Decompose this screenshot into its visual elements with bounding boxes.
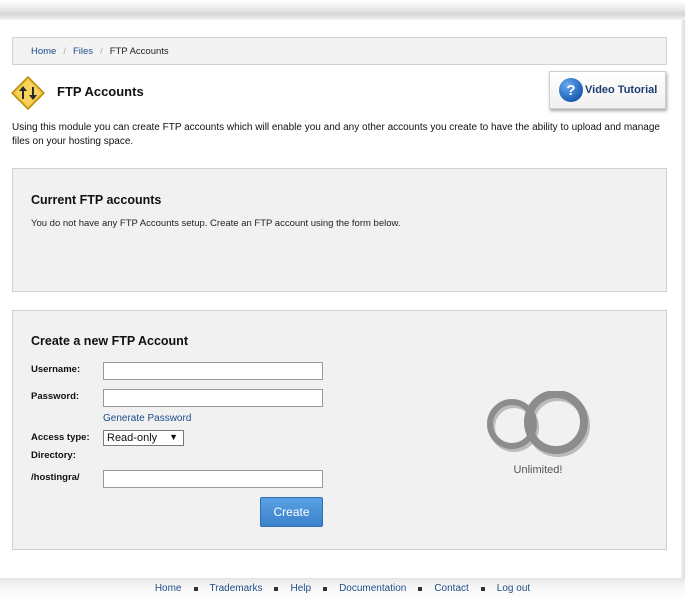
footer-separator <box>323 586 328 591</box>
footer-link-documentation[interactable]: Documentation <box>339 583 406 594</box>
create-account-panel: Create a new FTP Account Username: Passw… <box>12 310 667 550</box>
password-input[interactable] <box>103 389 323 407</box>
ftp-transfer-icon <box>11 76 45 110</box>
footer-link-home[interactable]: Home <box>155 583 182 594</box>
breadcrumb-separator: / <box>100 45 103 57</box>
breadcrumb: Home / Files / FTP Accounts <box>12 37 667 65</box>
footer-link-contact[interactable]: Contact <box>434 583 468 594</box>
top-band <box>0 0 685 20</box>
scrollbar-edge <box>681 20 685 580</box>
breadcrumb-current: FTP Accounts <box>109 45 169 57</box>
help-icon: ? <box>559 78 583 102</box>
access-type-label: Access type: <box>31 432 90 443</box>
access-type-value: Read-only <box>107 432 158 444</box>
page-title: FTP Accounts <box>57 84 144 99</box>
password-label: Password: <box>31 391 80 402</box>
create-button[interactable]: Create <box>260 497 323 527</box>
create-account-heading: Create a new FTP Account <box>31 334 188 348</box>
footer-separator <box>480 586 485 591</box>
footer-link-help[interactable]: Help <box>290 583 311 594</box>
breadcrumb-files-link[interactable]: Files <box>73 46 93 57</box>
video-tutorial-label: Video Tutorial <box>585 84 658 96</box>
breadcrumb-home-link[interactable]: Home <box>31 46 56 57</box>
username-label: Username: <box>31 364 81 375</box>
intro-text: Using this module you can create FTP acc… <box>12 122 660 147</box>
video-tutorial-button[interactable]: ? Video Tutorial <box>549 71 666 109</box>
current-accounts-panel: Current FTP accounts You do not have any… <box>12 168 667 292</box>
footer-separator <box>274 586 279 591</box>
access-type-select[interactable]: Read-only ▼ <box>103 430 184 446</box>
username-input[interactable] <box>103 362 323 380</box>
footer-link-logout[interactable]: Log out <box>497 583 530 594</box>
dropdown-arrow-icon: ▼ <box>169 432 178 442</box>
unlimited-infinity-icon: Unlimited! <box>487 391 590 476</box>
footer-separator <box>193 586 198 591</box>
directory-prefix: /hostingra/ <box>31 472 80 483</box>
directory-input[interactable] <box>103 470 323 488</box>
unlimited-text: Unlimited! <box>514 464 563 476</box>
current-accounts-heading: Current FTP accounts <box>31 193 162 207</box>
breadcrumb-separator: / <box>63 45 66 57</box>
generate-password-link[interactable]: Generate Password <box>103 413 191 424</box>
footer-nav: Home Trademarks Help Documentation Conta… <box>0 583 685 594</box>
directory-label: Directory: <box>31 450 76 461</box>
footer-link-trademarks[interactable]: Trademarks <box>210 583 263 594</box>
no-accounts-message: You do not have any FTP Accounts setup. … <box>31 218 401 229</box>
footer-separator <box>418 586 423 591</box>
